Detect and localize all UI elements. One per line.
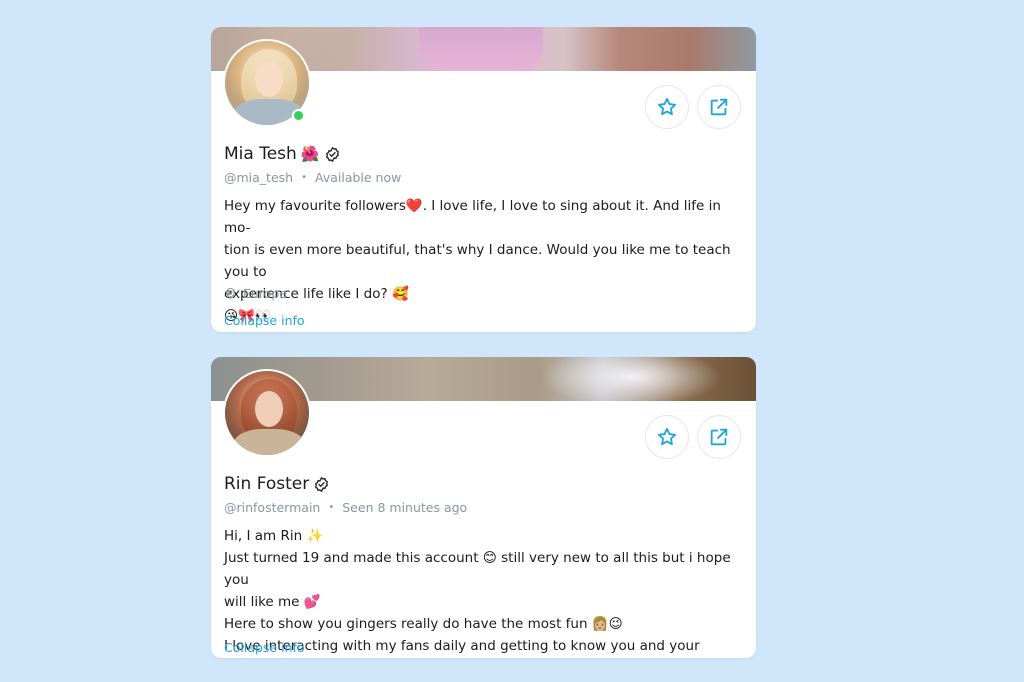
profile-bio: Hey my favourite followers❤️. I love lif… bbox=[224, 195, 744, 327]
separator-dot: • bbox=[301, 172, 307, 183]
profile-handle: @rinfostermain bbox=[224, 500, 321, 515]
profile-name: Mia Tesh bbox=[224, 144, 297, 164]
profile-card-rin-foster: Rin Foster @rinfostermain • Seen 8 minut… bbox=[211, 357, 756, 658]
profile-location: Europe bbox=[224, 286, 287, 301]
map-pin-icon bbox=[226, 287, 235, 300]
bio-line: Here to show you gingers really do have … bbox=[224, 616, 623, 632]
share-button[interactable] bbox=[697, 415, 741, 459]
collapse-info-link[interactable]: Collapse info bbox=[224, 313, 305, 328]
location-text: Europe bbox=[243, 286, 287, 301]
share-icon bbox=[710, 98, 728, 116]
presence-status: Available now bbox=[315, 170, 402, 185]
presence-status: Seen 8 minutes ago bbox=[342, 500, 468, 515]
avatar[interactable] bbox=[223, 369, 311, 457]
profile-name: Rin Foster bbox=[224, 474, 310, 494]
bio-line: will like me 💕 bbox=[224, 594, 321, 610]
bio-line: Hi, I am Rin ✨ bbox=[224, 528, 324, 544]
profile-card-mia-tesh: Mia Tesh 🌺 @mia_tesh • Available now Hey… bbox=[211, 27, 756, 332]
profile-handle: @mia_tesh bbox=[224, 170, 294, 185]
star-icon bbox=[658, 98, 676, 116]
profile-name-row: Rin Foster bbox=[224, 474, 330, 494]
bio-line: experience life like I do? 🥰 bbox=[224, 286, 409, 302]
profile-name-row: Mia Tesh 🌺 bbox=[224, 144, 341, 164]
bio-line: Hey my favourite followers❤️. I love lif… bbox=[224, 198, 721, 236]
profile-meta: @rinfostermain • Seen 8 minutes ago bbox=[224, 500, 467, 515]
online-indicator bbox=[292, 109, 305, 122]
name-emoji: 🌺 bbox=[300, 145, 320, 163]
bio-line: tion is even more beautiful, that's why … bbox=[224, 242, 731, 280]
collapse-info-link[interactable]: Collapse info bbox=[224, 640, 305, 655]
verified-check-icon bbox=[325, 146, 339, 162]
verified-check-icon bbox=[315, 476, 329, 492]
profile-bio: Hi, I am Rin ✨ Just turned 19 and made t… bbox=[224, 525, 744, 658]
profile-meta: @mia_tesh • Available now bbox=[224, 170, 401, 185]
favorite-button[interactable] bbox=[645, 85, 689, 129]
separator-dot: • bbox=[328, 502, 335, 513]
star-icon bbox=[658, 428, 676, 446]
share-icon bbox=[710, 428, 728, 446]
share-button[interactable] bbox=[697, 85, 741, 129]
favorite-button[interactable] bbox=[645, 415, 689, 459]
bio-line: Just turned 19 and made this account 😊 s… bbox=[224, 550, 731, 588]
